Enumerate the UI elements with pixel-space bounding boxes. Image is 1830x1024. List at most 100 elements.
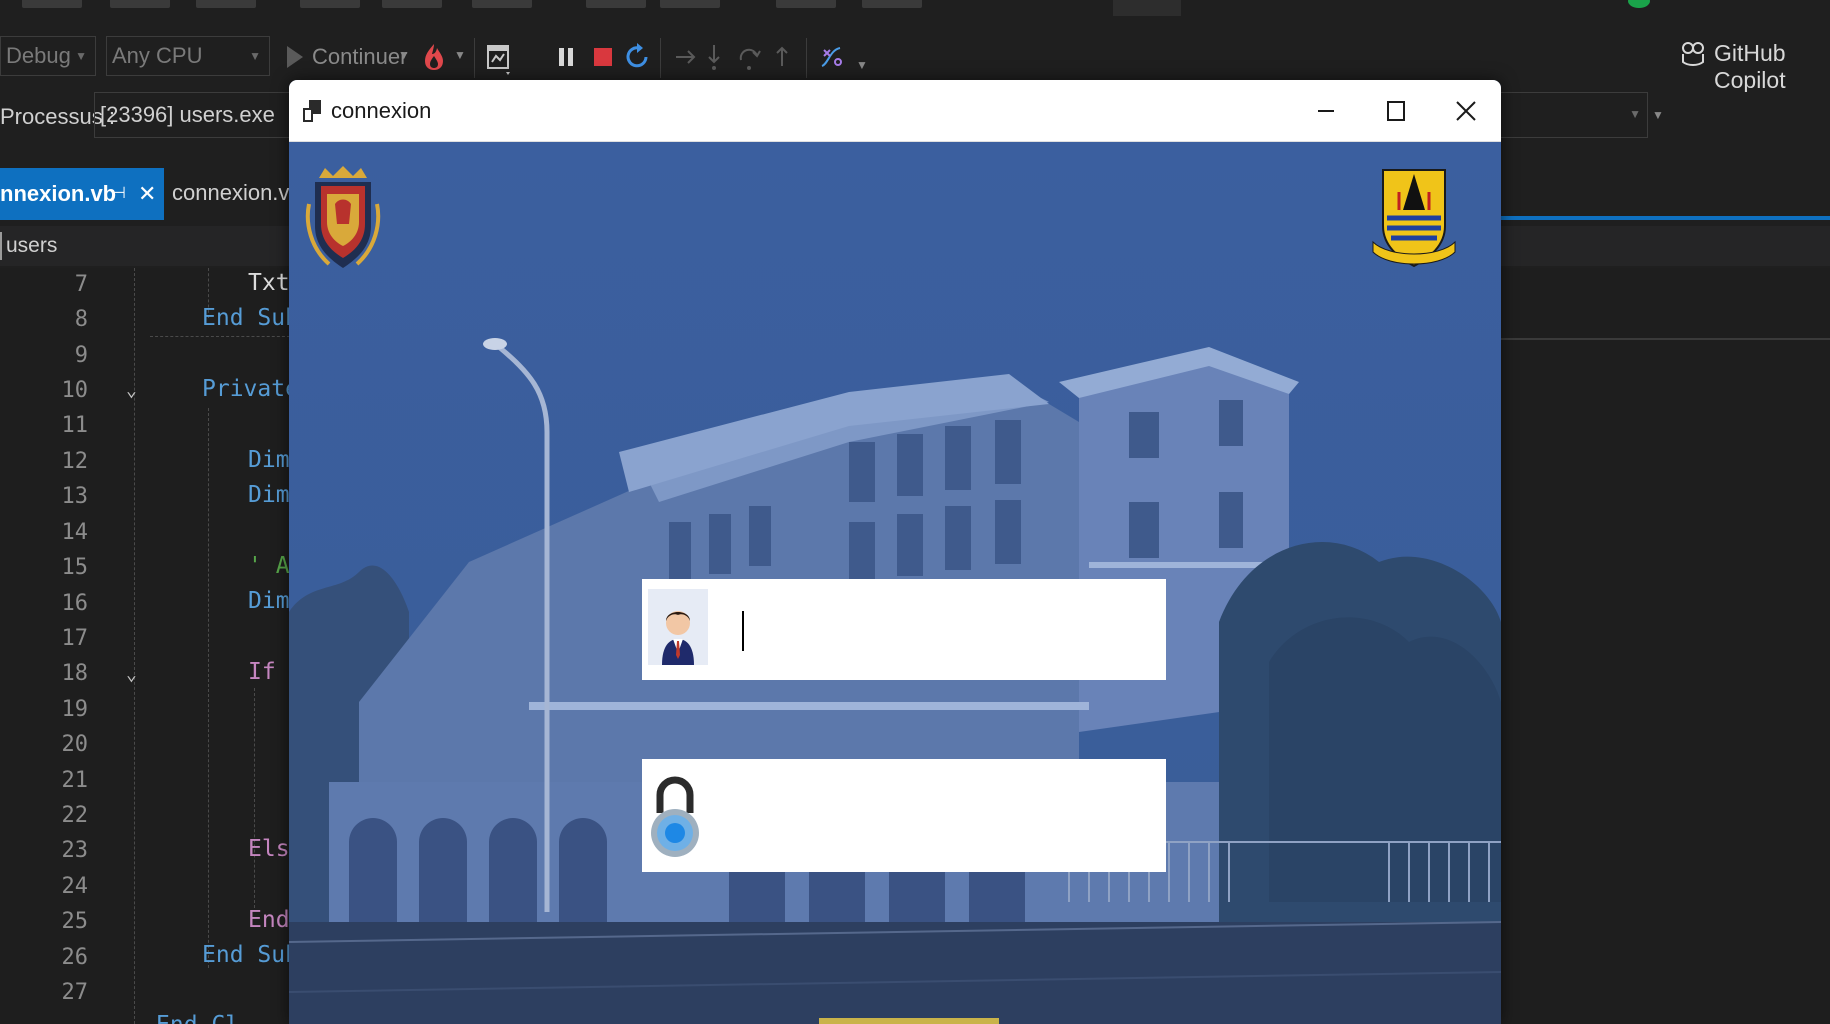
line-number: 25 bbox=[61, 909, 89, 934]
stop-icon[interactable] bbox=[592, 42, 620, 72]
toolbar-overflow-icon[interactable]: ▼ bbox=[1652, 108, 1664, 122]
active-tab-underline bbox=[1500, 216, 1830, 220]
show-next-statement-icon[interactable] bbox=[672, 42, 700, 72]
if-keyword: If bbox=[248, 659, 276, 685]
close-button[interactable] bbox=[1431, 80, 1501, 142]
username-field[interactable] bbox=[642, 579, 1166, 680]
collapse-chevron-icon[interactable]: ⌄ bbox=[126, 664, 137, 685]
vs-menu-bar bbox=[0, 0, 1830, 20]
hot-path-icon[interactable] bbox=[818, 42, 846, 72]
line-number: 10 bbox=[61, 378, 89, 403]
line-number: 12 bbox=[61, 449, 89, 474]
line-number: 17 bbox=[61, 626, 89, 651]
close-icon bbox=[1456, 101, 1476, 121]
menu-item-test[interactable] bbox=[586, 0, 646, 8]
diagnostic-tools-icon[interactable] bbox=[486, 42, 514, 75]
line-number: 23 bbox=[61, 838, 89, 863]
line-number: 16 bbox=[61, 591, 89, 616]
padlock-icon bbox=[651, 776, 699, 857]
menu-item-build[interactable] bbox=[382, 0, 442, 8]
chevron-down-icon: ▼ bbox=[249, 49, 261, 63]
login-form-background bbox=[289, 142, 1501, 1024]
menu-item-extensions[interactable] bbox=[660, 0, 720, 8]
toolbar-separator bbox=[660, 38, 661, 78]
restart-icon[interactable] bbox=[624, 42, 652, 72]
minimize-button[interactable] bbox=[1291, 80, 1361, 142]
line-number: 18 bbox=[61, 661, 89, 686]
menu-item-window[interactable] bbox=[776, 0, 836, 8]
tab-label: nnexion.vb bbox=[0, 181, 117, 206]
form-icon bbox=[303, 100, 321, 122]
menu-item-view[interactable] bbox=[196, 0, 256, 8]
username-text-caret bbox=[742, 611, 744, 651]
close-icon[interactable]: ✕ bbox=[138, 168, 156, 220]
github-copilot-button[interactable]: GitHub Copilot bbox=[1714, 40, 1830, 94]
method-separator bbox=[150, 336, 290, 337]
solution-config-value: Debug bbox=[6, 43, 71, 68]
toolbar-separator bbox=[474, 38, 475, 78]
maximize-button[interactable] bbox=[1361, 80, 1431, 142]
line-number: 27 bbox=[61, 980, 89, 1005]
menu-item-help[interactable] bbox=[862, 0, 922, 8]
solution-name-box bbox=[1113, 0, 1181, 16]
collapse-chevron-icon[interactable]: ⌄ bbox=[126, 380, 137, 401]
code-line-13: Dim bbox=[248, 482, 290, 508]
chevron-down-icon: ▼ bbox=[75, 49, 87, 63]
step-into-icon[interactable] bbox=[704, 42, 732, 72]
line-number: 7 bbox=[74, 272, 88, 297]
solution-config-dropdown[interactable]: Debug ▼ bbox=[0, 36, 96, 76]
code-line-16: Dim bbox=[248, 588, 290, 614]
code-line-10: Private bbox=[202, 376, 299, 402]
line-number: 21 bbox=[61, 768, 89, 793]
member-dropdown[interactable]: users bbox=[6, 234, 57, 258]
line-number: 9 bbox=[74, 343, 88, 368]
pin-icon[interactable]: ⊣ bbox=[112, 168, 126, 220]
code-line-8: End Sub bbox=[202, 305, 299, 331]
line-number: 24 bbox=[61, 874, 89, 899]
line-number: 26 bbox=[61, 945, 89, 970]
menu-item-debug[interactable] bbox=[472, 0, 532, 8]
platform-value: Any CPU bbox=[112, 43, 203, 68]
code-line-25: End bbox=[248, 907, 290, 933]
chevron-down-icon[interactable]: ▼ bbox=[454, 48, 466, 62]
process-dropdown[interactable]: [23396] users.exe bbox=[94, 92, 290, 138]
coat-of-arms-left-logo bbox=[305, 166, 381, 268]
maximize-icon bbox=[1387, 101, 1405, 121]
tab-connexion-vb-active[interactable]: nnexion.vb ⊣ ✕ bbox=[0, 168, 164, 220]
platform-dropdown[interactable]: Any CPU ▼ bbox=[106, 36, 270, 76]
stack-frame-dropdown[interactable]: ▼ bbox=[1500, 92, 1648, 138]
line-number: 13 bbox=[61, 484, 89, 509]
line-number: 20 bbox=[61, 732, 89, 757]
menu-item-file[interactable] bbox=[22, 0, 82, 8]
continue-button[interactable]: Continuer bbox=[312, 44, 407, 70]
indent-guide bbox=[254, 688, 255, 908]
step-out-icon[interactable] bbox=[772, 42, 800, 72]
user-avatar-icon bbox=[648, 589, 708, 665]
step-over-icon[interactable] bbox=[736, 42, 764, 72]
chevron-down-icon: ▼ bbox=[1629, 107, 1641, 121]
code-line-26: End Sub bbox=[202, 942, 299, 968]
toolbar-overflow-icon[interactable]: ▼ bbox=[856, 58, 868, 72]
hot-reload-icon[interactable] bbox=[420, 42, 448, 72]
code-line-28: End Cl bbox=[156, 1012, 239, 1024]
menu-item-project[interactable] bbox=[300, 0, 360, 8]
play-icon[interactable] bbox=[284, 42, 312, 72]
account-status-dot bbox=[1628, 0, 1650, 8]
line-number: 14 bbox=[61, 520, 89, 545]
toolbar-separator bbox=[806, 38, 807, 78]
menu-item-edit[interactable] bbox=[110, 0, 170, 8]
connexion-window: connexion bbox=[289, 80, 1501, 1024]
line-number: 15 bbox=[61, 555, 89, 580]
copilot-icon[interactable] bbox=[1680, 38, 1708, 68]
editor-divider bbox=[1500, 338, 1830, 340]
window-title-bar[interactable]: connexion bbox=[289, 80, 1501, 142]
process-value: [23396] users.exe bbox=[100, 102, 275, 127]
pause-icon[interactable] bbox=[556, 42, 584, 72]
line-number: 8 bbox=[74, 307, 88, 332]
password-field[interactable] bbox=[642, 759, 1166, 872]
indent-guide bbox=[208, 408, 209, 968]
chevron-down-icon[interactable]: ▼ bbox=[398, 48, 410, 62]
line-number: 22 bbox=[61, 803, 89, 828]
minimize-icon bbox=[1318, 110, 1334, 112]
nav-divider bbox=[0, 232, 2, 260]
